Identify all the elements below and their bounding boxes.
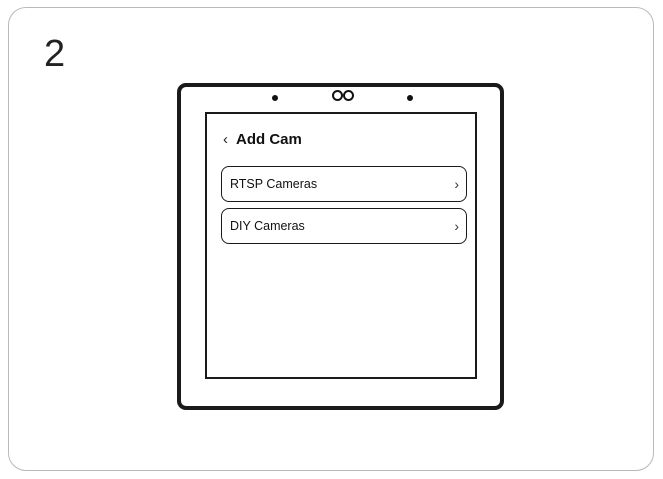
screen-header: ‹ Add Cam <box>223 130 302 150</box>
camera-lens-icon <box>343 90 354 101</box>
device-frame: ‹ Add Cam RTSP Cameras › DIY Cameras › <box>177 83 504 410</box>
list-item-diy-cameras[interactable]: DIY Cameras › <box>221 208 467 244</box>
list-item-rtsp-cameras[interactable]: RTSP Cameras › <box>221 166 467 202</box>
sensor-dot-icon <box>272 95 278 101</box>
chevron-left-icon[interactable]: ‹ <box>223 130 228 150</box>
chevron-right-icon: › <box>454 176 459 192</box>
step-number: 2 <box>44 33 66 75</box>
list-item-label: DIY Cameras <box>230 219 305 233</box>
page-title: Add Cam <box>236 131 302 148</box>
camera-lens-icon <box>332 90 343 101</box>
sensor-dot-icon <box>407 95 413 101</box>
list-item-label: RTSP Cameras <box>230 177 318 191</box>
device-screen: ‹ Add Cam RTSP Cameras › DIY Cameras › <box>205 112 477 379</box>
chevron-right-icon: › <box>454 218 459 234</box>
instruction-card: 2 ‹ Add Cam RTSP Cameras › DIY Cameras › <box>8 7 654 471</box>
